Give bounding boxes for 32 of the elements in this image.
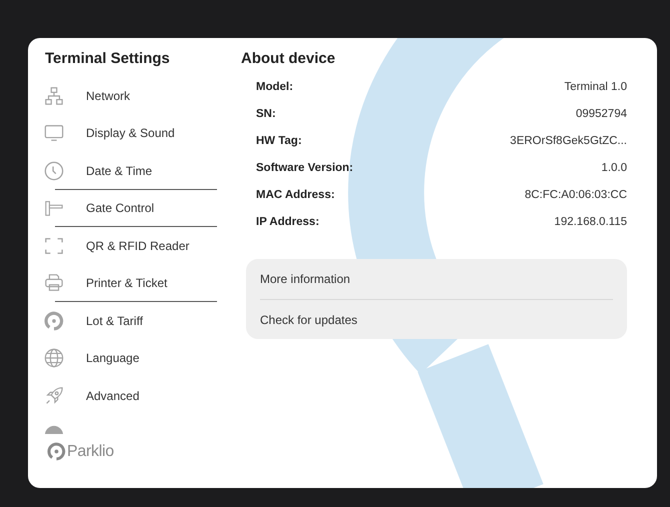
field-label: SN:: [256, 108, 276, 122]
sidebar-item[interactable]: Language: [28, 340, 228, 377]
scan-frame-icon: [44, 236, 64, 256]
field-value: 8C:FC:A0:06:03:CC: [524, 189, 627, 203]
sidebar-item[interactable]: Lot & Tariff: [28, 302, 228, 340]
sidebar-item[interactable]: QR & RFID Reader: [28, 227, 228, 264]
logo: Parklio: [47, 442, 228, 461]
sidebar-item[interactable]: Advanced: [28, 377, 228, 414]
field-value: 1.0.0: [601, 162, 627, 176]
network-icon: [44, 86, 64, 106]
field-value: 192.168.0.115: [554, 216, 627, 230]
field-value: 3EROrSf8Gek5GtZC...: [510, 135, 627, 149]
action-item[interactable]: More information: [260, 259, 613, 299]
field-label: IP Address:: [256, 216, 320, 230]
rocket-icon: [44, 386, 64, 406]
parking-pin-icon: [44, 310, 64, 331]
clock-icon: [44, 160, 64, 181]
action-item[interactable]: Check for updates: [260, 299, 613, 339]
field-value: Terminal 1.0: [564, 81, 627, 95]
field-label: Model:: [256, 81, 294, 95]
field-label: Software Version:: [256, 162, 354, 176]
globe-icon: [44, 348, 64, 368]
sidebar-item[interactable]: Network: [28, 77, 228, 114]
sidebar-item[interactable]: Display & Sound: [28, 114, 228, 152]
field-value: 09952794: [576, 108, 627, 122]
printer-icon: [44, 273, 64, 294]
barrier-gate-icon: [44, 198, 64, 218]
field-label: MAC Address:: [256, 189, 335, 203]
monitor-icon: [44, 123, 64, 144]
page-title: About device: [241, 50, 336, 67]
field-label: HW Tag:: [256, 135, 302, 149]
sidebar-title: Terminal Settings: [45, 50, 171, 67]
